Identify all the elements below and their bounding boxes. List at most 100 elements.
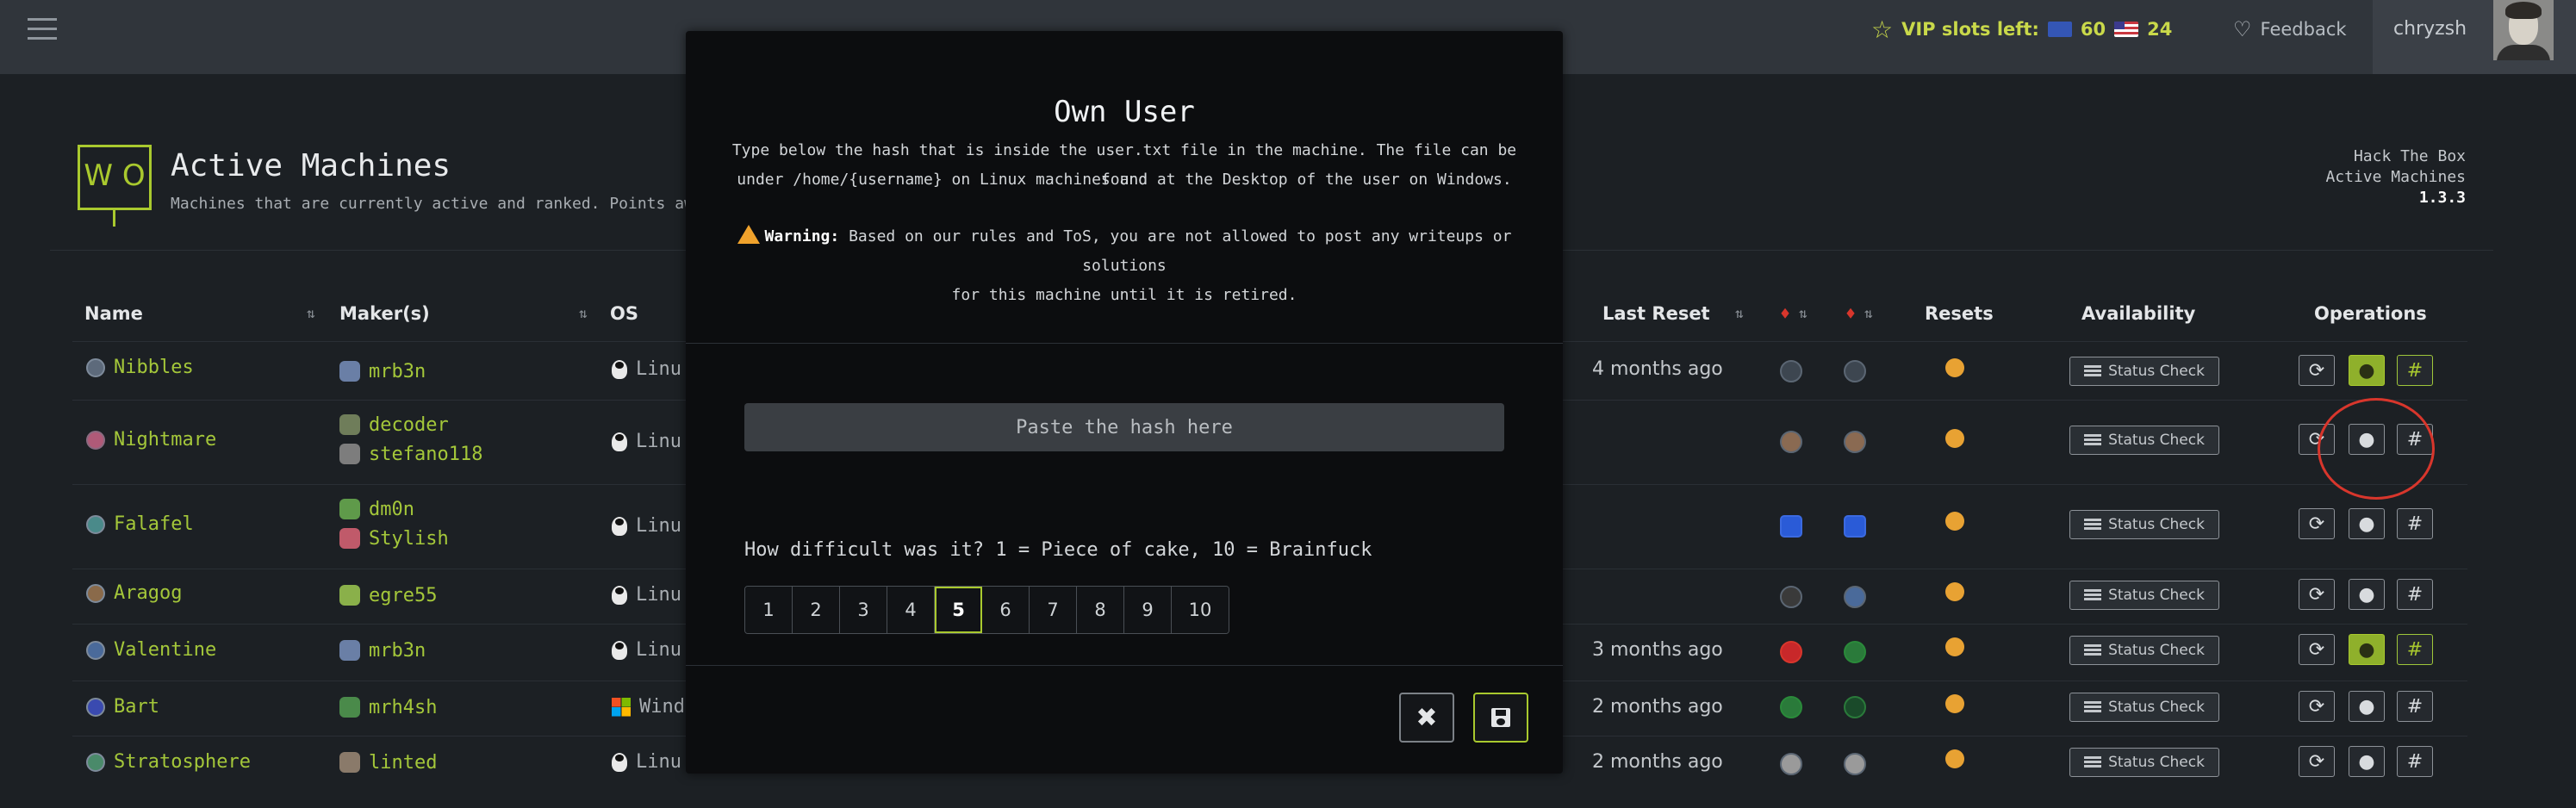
server-icon <box>2084 644 2102 656</box>
col-last-reset[interactable]: Last Reset <box>1602 303 1710 324</box>
linux-icon <box>612 640 627 660</box>
own-user-button[interactable]: ● <box>2349 634 2385 665</box>
machine-name[interactable]: Aragog <box>86 582 182 604</box>
sort-icon[interactable]: ⇅ <box>579 305 588 321</box>
own-root-button[interactable]: # <box>2397 579 2433 610</box>
difficulty-option-9[interactable]: 9 <box>1124 587 1172 633</box>
status-check-button[interactable]: Status Check <box>2069 693 2219 722</box>
server-icon <box>2084 365 2102 377</box>
user-blood-avatar[interactable] <box>1780 515 1802 538</box>
os-label: Linu <box>612 431 681 452</box>
difficulty-option-6[interactable]: 6 <box>982 587 1030 633</box>
us-slots: 24 <box>2147 19 2173 40</box>
feedback-label: Feedback <box>2260 19 2347 40</box>
user-blood-avatar[interactable] <box>1780 696 1802 718</box>
difficulty-label: How difficult was it? 1 = Piece of cake,… <box>744 539 1372 561</box>
own-user-button[interactable]: ● <box>2349 746 2385 777</box>
own-root-button[interactable]: # <box>2397 691 2433 722</box>
difficulty-option-7[interactable]: 7 <box>1030 587 1077 633</box>
reset-machine-button[interactable]: ⟳ <box>2299 634 2335 665</box>
machine-name[interactable]: Nibbles <box>86 357 194 378</box>
maker-link[interactable]: mrb3n <box>339 637 426 663</box>
reset-machine-button[interactable]: ⟳ <box>2299 746 2335 777</box>
own-user-button[interactable]: ● <box>2349 579 2385 610</box>
status-check-button[interactable]: Status Check <box>2069 748 2219 777</box>
user-blood-avatar[interactable] <box>1780 431 1802 453</box>
refresh-icon: ⟳ <box>2308 638 2325 661</box>
machine-name[interactable]: Falafel <box>86 513 194 535</box>
root-blood-avatar[interactable] <box>1844 431 1866 453</box>
hash-icon: # <box>2406 583 2424 606</box>
maker-link[interactable]: Stylish <box>339 525 449 551</box>
difficulty-option-4[interactable]: 4 <box>887 587 935 633</box>
hash-input[interactable] <box>744 403 1504 451</box>
machine-icon <box>86 697 105 717</box>
own-user-button[interactable]: ● <box>2349 355 2385 386</box>
reset-machine-button[interactable]: ⟳ <box>2299 355 2335 386</box>
modal-title: Own User <box>1054 95 1195 129</box>
maker-link[interactable]: stefano118 <box>339 441 482 467</box>
status-check-button[interactable]: Status Check <box>2069 510 2219 539</box>
difficulty-option-5[interactable]: 5 <box>935 587 982 633</box>
status-check-button[interactable]: Status Check <box>2069 357 2219 386</box>
reset-machine-button[interactable]: ⟳ <box>2299 691 2335 722</box>
maker-link[interactable]: mrb3n <box>339 358 426 384</box>
own-root-button[interactable]: # <box>2397 355 2433 386</box>
save-button[interactable] <box>1473 693 1528 743</box>
difficulty-option-1[interactable]: 1 <box>745 587 793 633</box>
feedback-link[interactable]: ♡ Feedback <box>2233 14 2347 45</box>
status-check-button[interactable]: Status Check <box>2069 636 2219 665</box>
user-blood-avatar[interactable] <box>1780 360 1802 382</box>
hamburger-icon[interactable] <box>28 14 57 43</box>
difficulty-option-8[interactable]: 8 <box>1077 587 1124 633</box>
os-label: Windo <box>612 696 696 718</box>
user-blood-avatar[interactable] <box>1780 641 1802 663</box>
col-os[interactable]: OS <box>610 303 638 324</box>
maker-link[interactable]: linted <box>339 749 437 775</box>
root-blood-avatar[interactable] <box>1844 515 1866 538</box>
resets-indicator <box>1945 749 1964 768</box>
machine-name[interactable]: Nightmare <box>86 429 216 451</box>
difficulty-option-3[interactable]: 3 <box>840 587 887 633</box>
machine-name[interactable]: Stratosphere <box>86 751 251 773</box>
difficulty-option-2[interactable]: 2 <box>793 587 840 633</box>
username[interactable]: chryzsh <box>2393 14 2467 45</box>
user-blood-avatar[interactable] <box>1780 753 1802 775</box>
root-blood-avatar[interactable] <box>1844 696 1866 718</box>
status-check-button[interactable]: Status Check <box>2069 426 2219 455</box>
sort-icon[interactable]: ⇅ <box>307 305 315 321</box>
own-root-button[interactable]: # <box>2397 508 2433 539</box>
own-root-button[interactable]: # <box>2397 634 2433 665</box>
sort-icon[interactable]: ⇅ <box>1864 305 1873 321</box>
maker-link[interactable]: dm0n <box>339 496 414 522</box>
root-blood-avatar[interactable] <box>1844 641 1866 663</box>
maker-avatar <box>339 414 360 435</box>
user-icon: ● <box>2358 359 2375 382</box>
close-button[interactable]: ✖ <box>1399 693 1454 743</box>
reset-machine-button[interactable]: ⟳ <box>2299 579 2335 610</box>
user-icon: ● <box>2358 513 2375 535</box>
hash-icon: # <box>2406 695 2424 718</box>
status-check-button[interactable]: Status Check <box>2069 581 2219 610</box>
machine-name[interactable]: Valentine <box>86 639 216 661</box>
avatar[interactable] <box>2493 0 2554 60</box>
own-root-button[interactable]: # <box>2397 746 2433 777</box>
own-user-button[interactable]: ● <box>2349 691 2385 722</box>
machine-name[interactable]: Bart <box>86 696 159 718</box>
hash-icon: # <box>2406 638 2424 661</box>
root-blood-avatar[interactable] <box>1844 753 1866 775</box>
sort-icon[interactable]: ⇅ <box>1735 305 1744 321</box>
sort-icon[interactable]: ⇅ <box>1799 305 1808 321</box>
maker-link[interactable]: egre55 <box>339 582 437 608</box>
maker-link[interactable]: mrh4sh <box>339 694 437 720</box>
root-blood-avatar[interactable] <box>1844 586 1866 608</box>
own-user-button[interactable]: ● <box>2349 508 2385 539</box>
col-availability: Availability <box>2081 303 2196 324</box>
difficulty-option-10[interactable]: 10 <box>1172 587 1229 633</box>
root-blood-avatar[interactable] <box>1844 360 1866 382</box>
reset-machine-button[interactable]: ⟳ <box>2299 508 2335 539</box>
maker-link[interactable]: decoder <box>339 412 449 438</box>
col-makers[interactable]: Maker(s) <box>339 303 430 324</box>
col-name[interactable]: Name <box>84 303 143 324</box>
user-blood-avatar[interactable] <box>1780 586 1802 608</box>
